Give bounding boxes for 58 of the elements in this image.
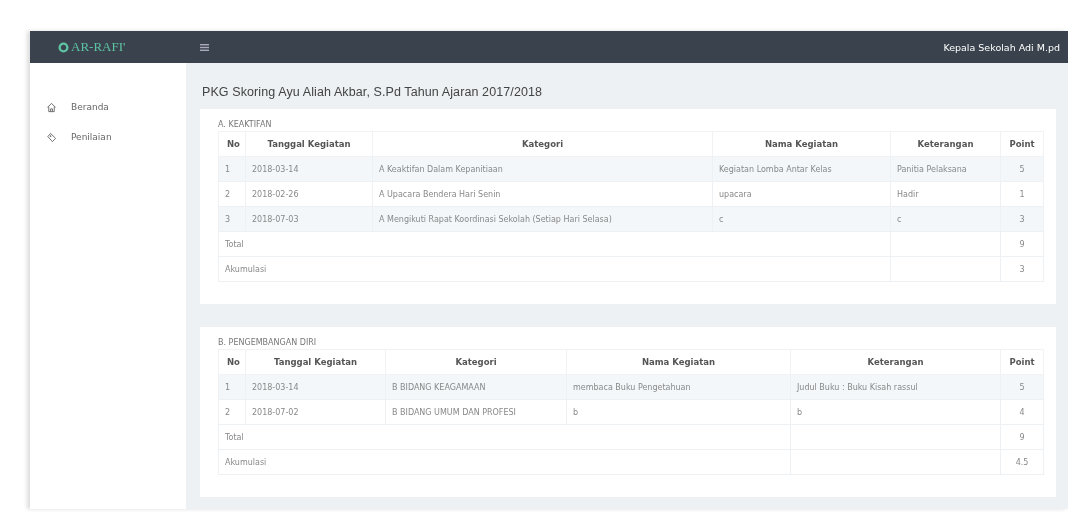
summary-value: 3: [1000, 256, 1044, 282]
section-title: B. PENGEMBANGAN DIRI: [218, 338, 318, 347]
tag-icon: [46, 131, 57, 143]
summary-label: Total: [218, 231, 891, 257]
table-cell: 2: [218, 181, 246, 207]
summary-label: Akumulasi: [218, 449, 791, 475]
brand-name: AR-RAFI': [71, 39, 126, 55]
table-cell: 2: [218, 399, 246, 425]
column-header: No: [218, 131, 246, 157]
sidebar-item[interactable]: Beranda: [30, 92, 186, 122]
table-cell: c: [890, 206, 1001, 232]
table-cell: 1: [218, 374, 246, 400]
table-cell: A Upacara Bendera Hari Senin: [372, 181, 713, 207]
menu-icon[interactable]: [200, 43, 209, 51]
table-cell: A Mengikuti Rapat Koordinasi Sekolah (Setiap Hari Selasa): [372, 206, 713, 232]
column-header: Nama Kegiatan: [712, 131, 891, 157]
table-cell: Kegiatan Lomba Antar Kelas: [712, 156, 891, 182]
logo-icon: [58, 41, 69, 53]
table-cell: b: [566, 399, 791, 425]
column-header: Keterangan: [890, 131, 1001, 157]
table-cell: B BIDANG UMUM DAN PROFESI: [385, 399, 567, 425]
column-header: No: [218, 349, 246, 375]
column-header: Kategori: [372, 131, 713, 157]
table-cell: membaca Buku Pengetahuan: [566, 374, 791, 400]
table-cell: 2018-03-14: [245, 156, 373, 182]
home-icon: [46, 101, 57, 113]
user-name[interactable]: Kepala Sekolah Adi M.pd: [943, 41, 1060, 53]
table-cell: upacara: [712, 181, 891, 207]
column-header: Point: [1000, 131, 1044, 157]
column-header: Nama Kegiatan: [566, 349, 791, 375]
table-cell: 2018-03-14: [245, 374, 386, 400]
summary-value: 9: [1000, 424, 1044, 450]
table-cell: 2018-02-26: [245, 181, 373, 207]
column-header: Keterangan: [790, 349, 1001, 375]
column-header: Point: [1000, 349, 1044, 375]
table-cell: Panitia Pelaksana: [890, 156, 1001, 182]
table-cell: 1: [218, 156, 246, 182]
summary-value: 4.5: [1000, 449, 1044, 475]
table-cell: b: [790, 399, 1001, 425]
sidebar-item[interactable]: Penilaian: [30, 122, 186, 152]
section-title: A. KEAKTIFAN: [218, 120, 273, 129]
table-cell: 3: [218, 206, 246, 232]
column-header: Tanggal Kegiatan: [245, 349, 386, 375]
table-cell: 2018-07-02: [245, 399, 386, 425]
table-cell: Judul Buku : Buku Kisah rassul: [790, 374, 1001, 400]
column-header: Tanggal Kegiatan: [245, 131, 373, 157]
table-cell: c: [712, 206, 891, 232]
table-cell: B BIDANG KEAGAMAAN: [385, 374, 567, 400]
summary-label: Akumulasi: [218, 256, 891, 282]
table-cell: 2018-07-03: [245, 206, 373, 232]
summary-label: Total: [218, 424, 791, 450]
page-title: PKG Skoring Ayu Aliah Akbar, S.Pd Tahun Ajaran 2017/2018: [202, 85, 544, 99]
column-header: Kategori: [385, 349, 567, 375]
table-cell: Hadir: [890, 181, 1001, 207]
table-cell: 4: [1000, 399, 1044, 425]
table-cell: 1: [1000, 181, 1044, 207]
table-cell: A Keaktifan Dalam Kepanitiaan: [372, 156, 713, 182]
summary-value: 9: [1000, 231, 1044, 257]
